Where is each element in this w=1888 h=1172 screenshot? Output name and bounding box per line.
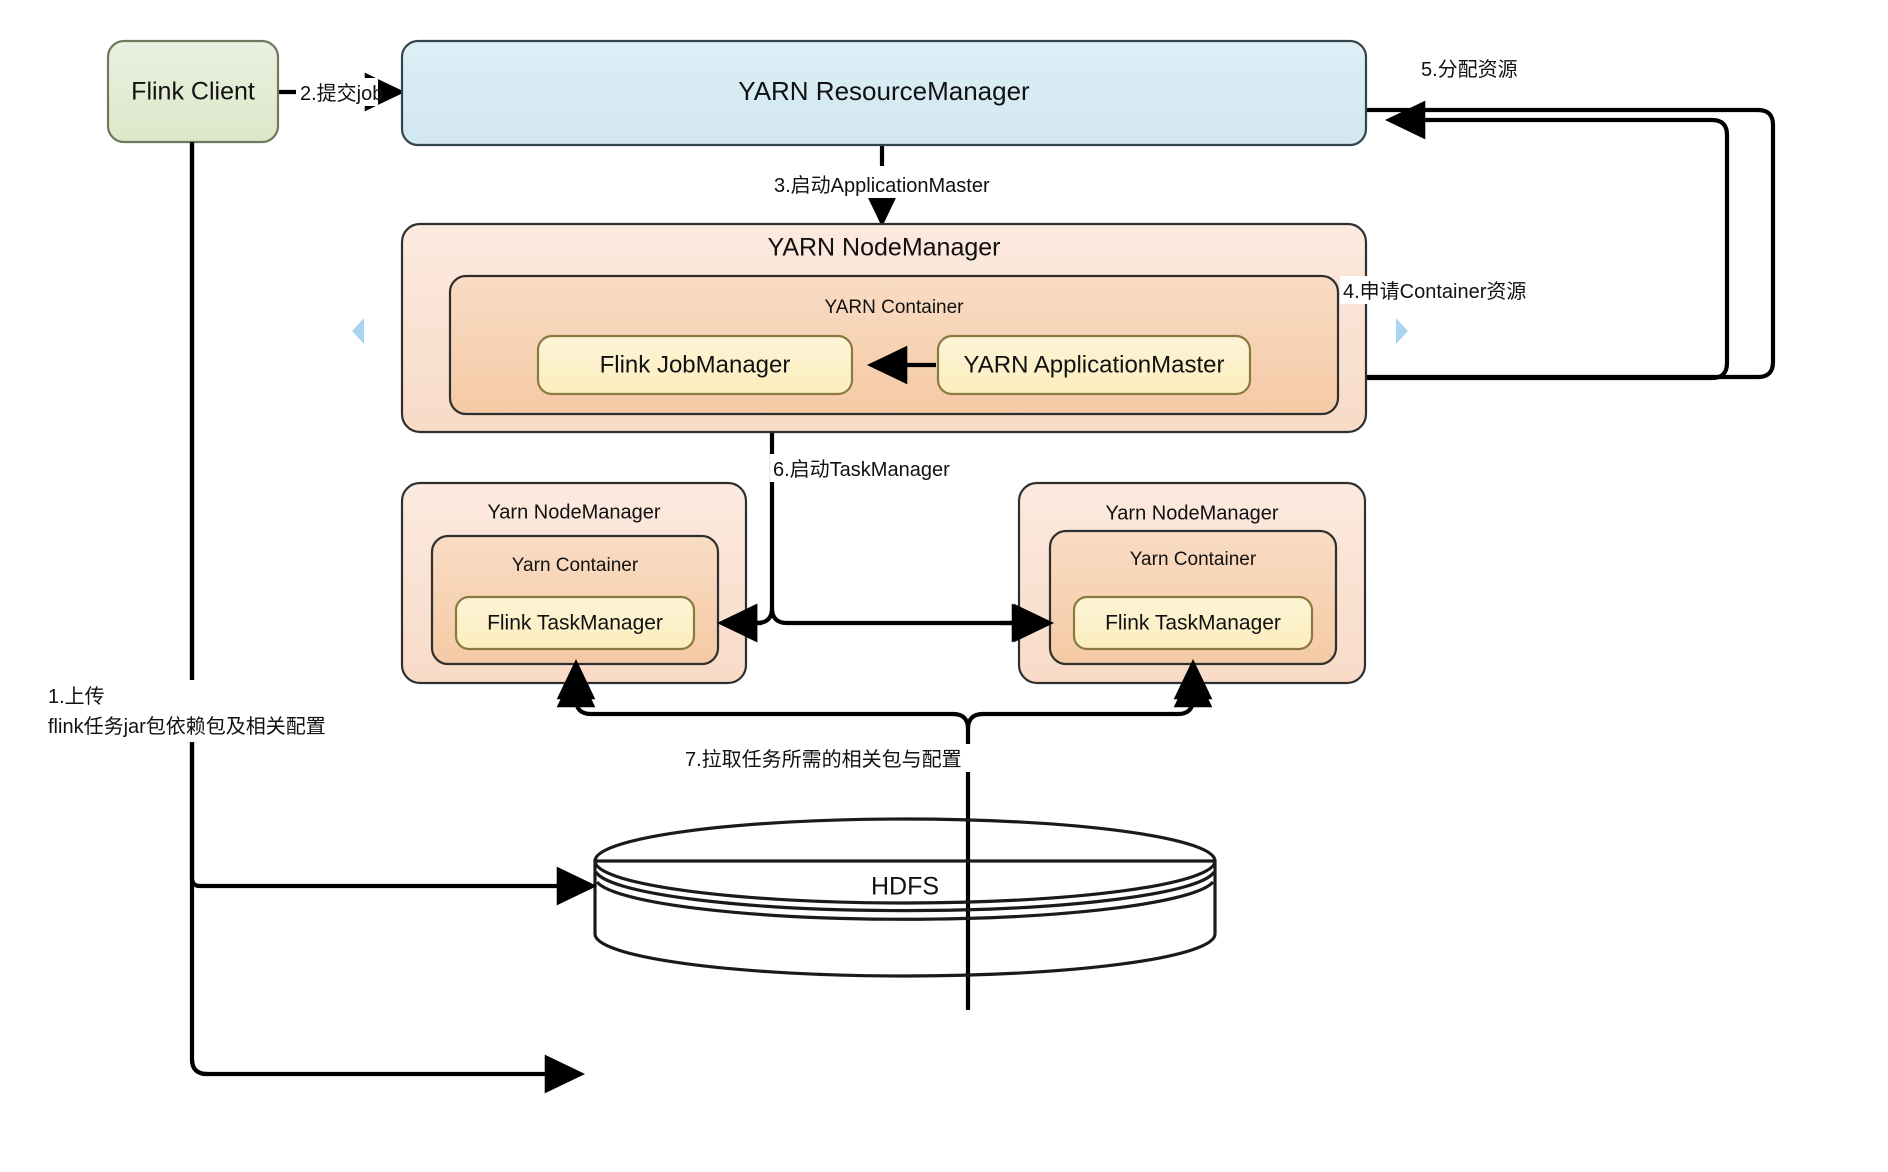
node-flink-taskmanager-left[interactable]: Flink TaskManager — [454, 595, 696, 651]
yarn-nodemanager-main-label: YARN NodeManager — [768, 234, 1001, 262]
node-hdfs[interactable]: HDFS — [593, 817, 1217, 978]
edge-label-step5: 5.分配资源 — [1418, 54, 1566, 82]
node-yarn-container-left[interactable]: Yarn Container Flink TaskManager — [430, 534, 720, 666]
yarn-container-left-label: Yarn Container — [512, 555, 639, 576]
node-yarn-container-right[interactable]: Yarn Container Flink TaskManager — [1048, 529, 1338, 666]
node-yarn-resourcemanager[interactable]: YARN ResourceManager — [400, 39, 1368, 147]
edge-label-step7: 7.拉取任务所需的相关包与配置 — [682, 744, 986, 772]
edge-label-step1: 1.上传 flink任务jar包依赖包及相关配置 — [44, 680, 344, 742]
step1-label-line1: 1.上传 — [48, 685, 105, 708]
collapse-triangle-right-icon[interactable] — [1396, 318, 1408, 344]
step1-label-line2: flink任务jar包依赖包及相关配置 — [48, 715, 326, 738]
yarn-container-right-label: Yarn Container — [1130, 549, 1257, 570]
edge-label-step2: 2.提交job — [296, 78, 383, 106]
node-yarn-applicationmaster[interactable]: YARN ApplicationMaster — [936, 334, 1252, 396]
node-yarn-container-main[interactable]: YARN Container Flink JobManager YARN App… — [448, 274, 1340, 416]
yarn-container-main-label: YARN Container — [824, 297, 964, 318]
node-flink-taskmanager-right[interactable]: Flink TaskManager — [1072, 595, 1314, 651]
node-yarn-nodemanager-main[interactable]: YARN NodeManager YARN Container Flink Jo… — [400, 222, 1368, 434]
edge-label-step6: 6.启动TaskManager — [770, 454, 960, 482]
step4-label: 4.申请Container资源 — [1343, 280, 1526, 303]
step2-label: 2.提交job — [300, 82, 383, 105]
yarn-resourcemanager-label: YARN ResourceManager — [738, 76, 1030, 106]
flink-taskmanager-right-label: Flink TaskManager — [1105, 612, 1281, 635]
edge-pull-packages — [556, 666, 1213, 1010]
flink-client-label: Flink Client — [131, 78, 255, 106]
step3-label: 3.启动ApplicationMaster — [774, 174, 990, 197]
step5-label: 5.分配资源 — [1421, 58, 1518, 81]
node-yarn-nodemanager-left[interactable]: Yarn NodeManager Yarn Container Flink Ta… — [400, 481, 748, 685]
edge-label-step3: 3.启动ApplicationMaster — [770, 170, 998, 198]
collapse-triangle-left-icon[interactable] — [352, 318, 364, 344]
node-flink-jobmanager[interactable]: Flink JobManager — [536, 334, 854, 396]
flink-jobmanager-label: Flink JobManager — [600, 351, 791, 378]
node-yarn-nodemanager-right[interactable]: Yarn NodeManager Yarn Container Flink Ta… — [1017, 481, 1367, 685]
yarn-nodemanager-left-label: Yarn NodeManager — [487, 501, 660, 523]
edge-label-step4: 4.申请Container资源 — [1340, 276, 1580, 304]
step6-label: 6.启动TaskManager — [773, 458, 950, 481]
flink-taskmanager-left-label: Flink TaskManager — [487, 612, 663, 635]
hdfs-label: HDFS — [871, 873, 939, 901]
yarn-nodemanager-right-label: Yarn NodeManager — [1105, 502, 1278, 524]
yarn-applicationmaster-label: YARN ApplicationMaster — [964, 351, 1225, 378]
step7-label: 7.拉取任务所需的相关包与配置 — [685, 748, 962, 771]
node-flink-client[interactable]: Flink Client — [106, 39, 280, 144]
diagram-canvas: Flink Client YARN ResourceManager YARN N… — [0, 0, 1888, 1172]
